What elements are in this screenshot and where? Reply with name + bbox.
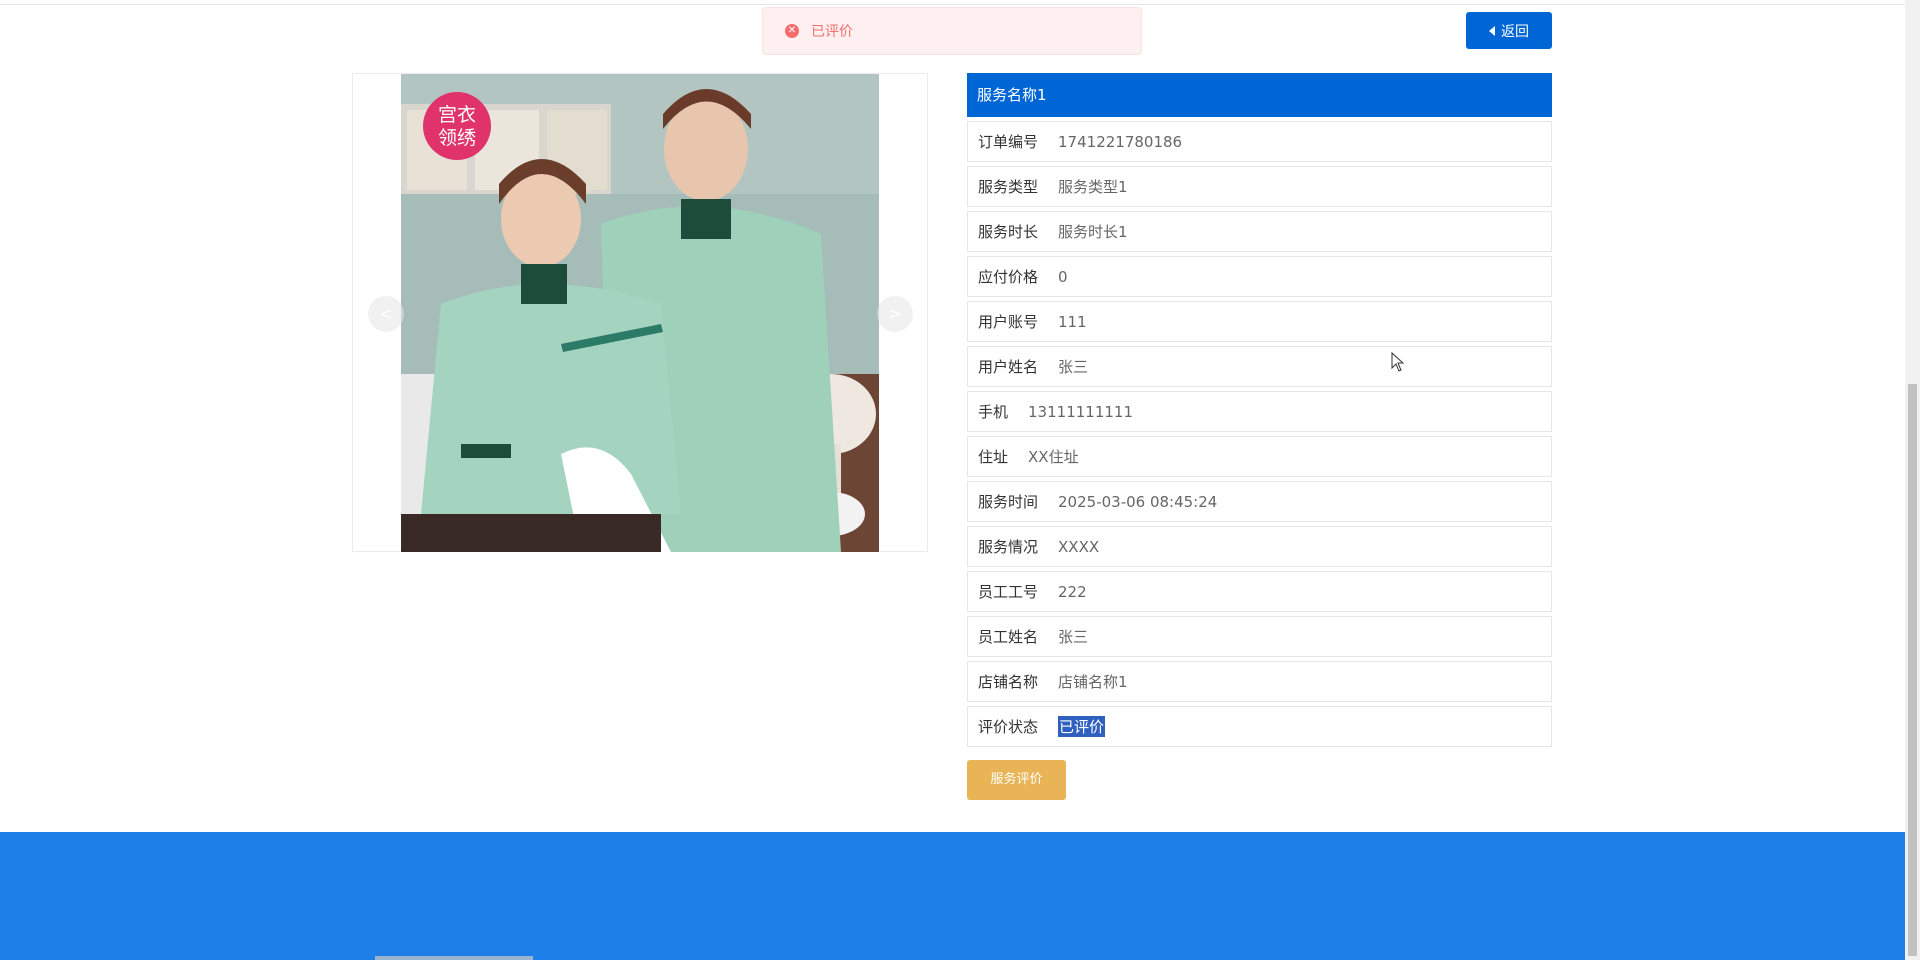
- mouse-cursor-icon: [1391, 352, 1405, 372]
- row-value: 222: [1058, 582, 1087, 601]
- review-status-value: 已评价: [1058, 716, 1106, 737]
- top-divider: [0, 4, 1905, 5]
- photo-badge-line1: 宫衣: [437, 104, 476, 126]
- vertical-scrollbar[interactable]: [1905, 0, 1920, 960]
- row-value: 2025-03-06 08:45:24: [1058, 492, 1218, 511]
- row-label: 服务时间: [978, 493, 1039, 511]
- row-label: 应付价格: [978, 268, 1039, 286]
- info-row-service-duration: 服务时长 服务时长1: [967, 211, 1552, 252]
- row-label: 员工姓名: [978, 628, 1039, 646]
- info-row-user-name: 用户姓名 张三: [967, 346, 1552, 387]
- service-title: 服务名称1: [967, 73, 1552, 117]
- row-label: 订单编号: [978, 133, 1039, 151]
- scrollbar-thumb[interactable]: [1908, 384, 1917, 956]
- service-review-button[interactable]: 服务评价: [967, 760, 1066, 800]
- back-button[interactable]: 返回: [1466, 12, 1552, 49]
- info-row-employee-name: 员工姓名 张三: [967, 616, 1552, 657]
- info-row-shop-name: 店铺名称 店铺名称1: [967, 661, 1552, 702]
- error-circle-icon: ✕: [785, 24, 799, 38]
- row-value: XX住址: [1028, 448, 1079, 466]
- info-row-address: 住址 XX住址: [967, 436, 1552, 477]
- row-label: 手机: [978, 403, 1009, 421]
- product-photo: 宫衣 领绣: [401, 74, 879, 552]
- info-row-order-number: 订单编号 1741221780186: [967, 121, 1552, 162]
- info-row-price: 应付价格 0: [967, 256, 1552, 297]
- row-label: 服务时长: [978, 223, 1039, 241]
- carousel-next-button[interactable]: >: [877, 296, 913, 332]
- row-label: 店铺名称: [978, 673, 1039, 691]
- caret-left-icon: [1489, 25, 1495, 36]
- message-toast: ✕ 已评价: [762, 7, 1142, 55]
- row-value: 张三: [1058, 628, 1089, 646]
- image-carousel[interactable]: 宫衣 领绣 < >: [352, 73, 928, 552]
- info-row-user-account: 用户账号 111: [967, 301, 1552, 342]
- info-row-service-status: 服务情况 XXXX: [967, 526, 1552, 567]
- row-value: 13111111111: [1028, 402, 1133, 421]
- row-value: 0: [1058, 267, 1068, 286]
- row-value: 1741221780186: [1058, 132, 1183, 151]
- service-info-panel: 服务名称1 订单编号 1741221780186 服务类型 服务类型1 服务时长…: [967, 73, 1552, 747]
- photo-badge-line2: 领绣: [437, 127, 476, 149]
- toast-text: 已评价: [811, 24, 853, 40]
- row-label: 住址: [978, 448, 1009, 466]
- info-row-service-time: 服务时间 2025-03-06 08:45:24: [967, 481, 1552, 522]
- page-footer: [0, 832, 1905, 960]
- row-value: 服务时长1: [1058, 223, 1128, 241]
- row-label: 服务类型: [978, 178, 1039, 196]
- info-row-phone: 手机 13111111111: [967, 391, 1552, 432]
- page: ✕ 已评价 返回 宫衣 领绣 < > 服务名称1 订单编号 1741221780…: [0, 0, 1920, 960]
- row-label: 员工工号: [978, 583, 1039, 601]
- row-label: 用户账号: [978, 313, 1039, 331]
- row-value: 张三: [1058, 358, 1089, 376]
- info-row-review-status: 评价状态 已评价: [967, 706, 1552, 747]
- row-value: 111: [1058, 312, 1087, 331]
- info-row-service-type: 服务类型 服务类型1: [967, 166, 1552, 207]
- carousel-prev-button[interactable]: <: [368, 296, 404, 332]
- row-value: XXXX: [1058, 537, 1100, 556]
- footer-tab-indicator: [375, 956, 533, 960]
- row-label: 评价状态: [978, 718, 1039, 736]
- info-row-employee-id: 员工工号 222: [967, 571, 1552, 612]
- back-button-label: 返回: [1501, 23, 1529, 40]
- row-value: 店铺名称1: [1058, 673, 1128, 691]
- row-value: 服务类型1: [1058, 178, 1128, 196]
- row-label: 用户姓名: [978, 358, 1039, 376]
- row-label: 服务情况: [978, 538, 1039, 556]
